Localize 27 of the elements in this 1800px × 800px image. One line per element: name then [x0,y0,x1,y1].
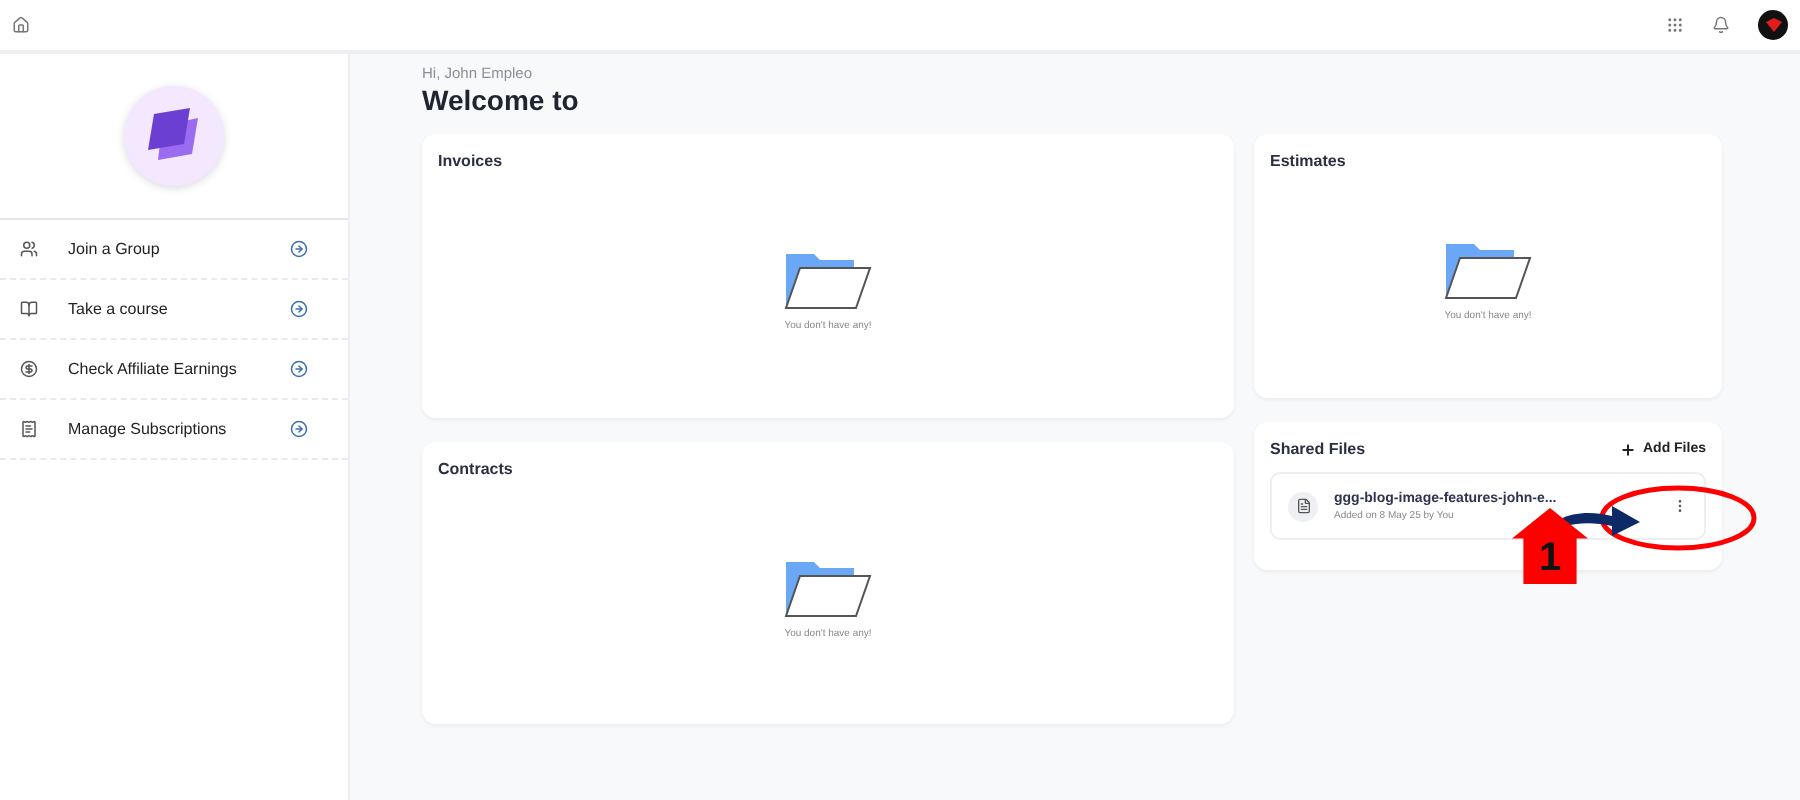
card-title: Shared Files [1270,440,1366,458]
subscriptions-icon [20,420,38,438]
arrow-circle-icon[interactable] [290,420,308,438]
card-title: Contracts [438,460,515,478]
arrow-circle-icon[interactable] [290,360,308,378]
home-icon[interactable] [12,16,30,34]
group-icon [20,240,38,258]
card-title: Estimates [1270,152,1348,170]
notification-icon[interactable] [1712,16,1730,34]
avatar[interactable] [1758,10,1788,40]
sidebar-item[interactable]: Check Affiliate Earnings [0,340,348,400]
course-icon [20,300,38,318]
file-icon [1288,491,1318,521]
sidebar-item[interactable]: Take a course [0,280,348,340]
logo [124,86,224,186]
arrow-circle-icon[interactable] [290,240,308,258]
arrow-circle-icon[interactable] [290,300,308,318]
folder-icon [1444,240,1532,300]
sidebar-item[interactable]: Join a Group [0,220,348,280]
page-title: Welcome to [422,84,581,116]
apps-grid-icon[interactable] [1666,16,1684,34]
folder-icon [784,250,872,310]
earnings-icon [20,360,38,378]
plus-icon [1620,441,1637,457]
folder-icon [784,557,872,617]
sidebar-item[interactable]: Manage Subscriptions [0,400,348,460]
card-title: Invoices [438,152,505,170]
